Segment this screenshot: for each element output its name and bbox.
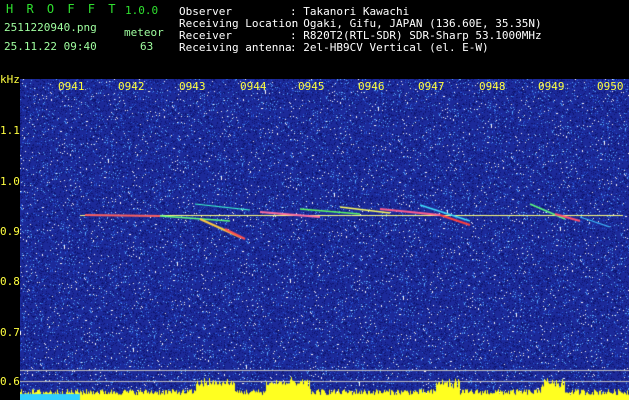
meteor-label: meteor	[124, 26, 164, 39]
time-tick: 0946	[358, 80, 385, 93]
freq-tick: 0.9	[0, 225, 20, 238]
app-version: 1.0.0	[125, 4, 159, 17]
time-tick: 0943	[179, 80, 206, 93]
time-tick: 0944	[240, 80, 267, 93]
time-tick: 0949	[538, 80, 565, 93]
info-label-antenna: Receiving antenna	[179, 41, 292, 54]
freq-tick: 1.1	[0, 124, 20, 137]
info-value-antenna: : 2el-HB9CV Vertical (el. E-W)	[290, 41, 489, 54]
freq-tick: 0.8	[0, 275, 20, 288]
time-tick: 0942	[118, 80, 145, 93]
spectrogram-area	[20, 79, 629, 400]
freq-tick: 0.7	[0, 326, 20, 339]
time-tick: 0950	[597, 80, 624, 93]
meteor-count: 63	[140, 40, 154, 53]
time-tick: 0945	[298, 80, 325, 93]
date-time: 25.11.22 09:40	[4, 40, 97, 53]
spectrogram-canvas	[20, 79, 629, 400]
file-name: 2511220940.png	[4, 21, 97, 34]
time-tick: 0948	[479, 80, 506, 93]
freq-unit-label: kHz	[0, 73, 20, 86]
app-name: H R O F F T	[6, 2, 119, 16]
time-tick: 0947	[418, 80, 445, 93]
time-tick: 0941	[58, 80, 85, 93]
freq-tick: 1.0	[0, 175, 20, 188]
freq-tick: 0.6	[0, 375, 20, 388]
